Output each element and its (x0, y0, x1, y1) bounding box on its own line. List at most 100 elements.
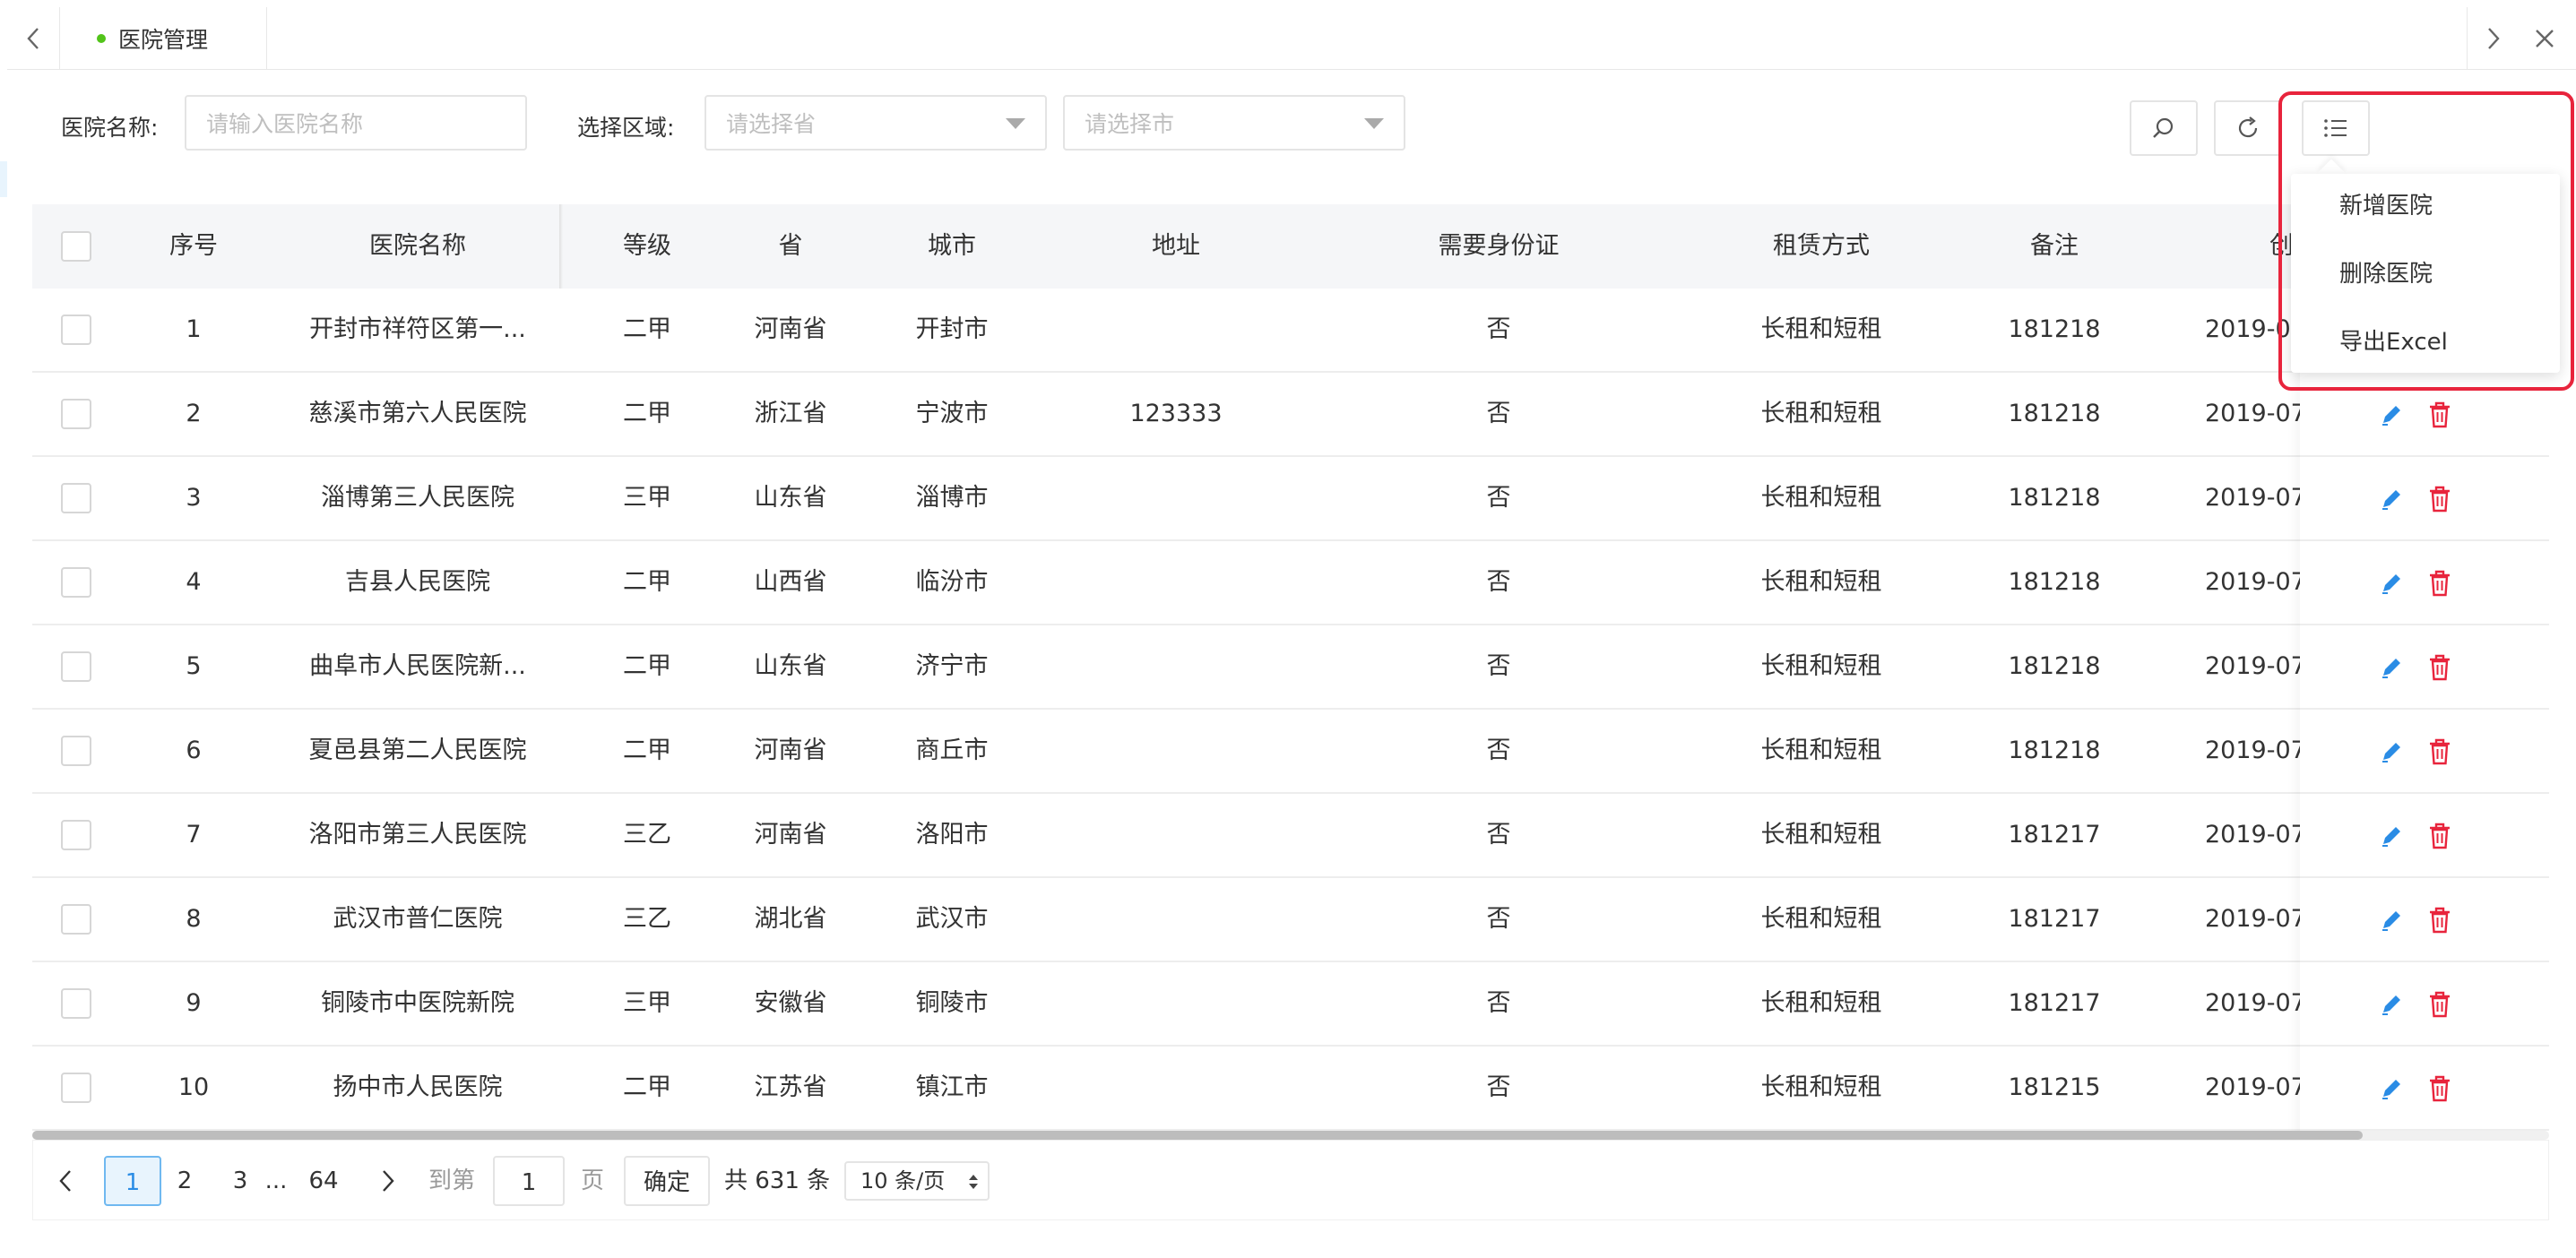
edit-button[interactable] (2377, 906, 2406, 935)
cell-address: 123333 (1129, 400, 1223, 427)
row-divider (2300, 624, 2549, 625)
delete-button[interactable] (2425, 1074, 2454, 1103)
cell-province: 浙江省 (754, 400, 827, 427)
edit-button[interactable] (2377, 737, 2406, 766)
cell-province: 安徽省 (754, 989, 827, 1017)
edit-button[interactable] (2377, 569, 2406, 598)
row-checkbox[interactable] (61, 567, 91, 598)
cell-id-required: 否 (1486, 652, 1511, 680)
cell-address (1042, 962, 1310, 1045)
cell-id-required: 否 (1486, 989, 1511, 1017)
goto-page-input[interactable]: 1 (493, 1156, 565, 1206)
delete-icon (2430, 738, 2450, 765)
table-row[interactable]: 8 武汉市普仁医院 三乙 湖北省 武汉市否长租和短租 181217 2019-07 (32, 878, 2549, 962)
edit-button[interactable] (2377, 485, 2406, 513)
delete-button[interactable] (2425, 401, 2454, 429)
cell-address (1042, 794, 1310, 876)
table-row[interactable]: 5 曲阜市人民医院新... 二甲 山东省 济宁市否长租和短租 181218 2019-07 (32, 625, 2549, 710)
delete-button[interactable] (2425, 653, 2454, 682)
row-checkbox[interactable] (61, 399, 91, 429)
cell-no: 8 (186, 905, 202, 933)
table-row[interactable]: 2 慈溪市第六人民医院 二甲 浙江省 宁波市 123333 否长租和短租 181218 2019… (32, 373, 2549, 457)
page-3[interactable]: 3 (224, 1156, 256, 1206)
cell-province: 河南省 (754, 737, 827, 764)
refresh-button[interactable] (2214, 100, 2282, 156)
cell-id-required: 否 (1486, 737, 1511, 764)
table-row[interactable]: 6 夏邑县第二人民医院 二甲 河南省 商丘市否长租和短租 181218 2019-07 (32, 710, 2549, 794)
edit-button[interactable] (2377, 990, 2406, 1019)
cell-rent-type: 长租和短租 (1760, 652, 1882, 680)
hospital-table: 序号 医院名称 等级 省 城市 地址 需要身份证 租赁方式 备注 创 1 开封市祥… (32, 204, 2549, 1140)
edit-icon (2382, 574, 2400, 594)
cell-level: 三乙 (623, 821, 671, 849)
page-1[interactable]: 1 (104, 1156, 161, 1206)
delete-button[interactable] (2425, 906, 2454, 935)
table-row[interactable]: 9 铜陵市中医院新院 三甲 安徽省 铜陵市否长租和短租 181217 2019-07 (32, 962, 2549, 1047)
cell-level: 二甲 (623, 315, 671, 343)
list-icon (2324, 119, 2347, 137)
row-checkbox[interactable] (61, 314, 91, 345)
tab-scroll-left-button[interactable] (7, 7, 60, 70)
page-2[interactable]: 2 (169, 1156, 201, 1206)
row-checkbox[interactable] (61, 483, 91, 513)
cell-address (1042, 1047, 1310, 1129)
cell-city: 武汉市 (915, 905, 989, 933)
row-checkbox[interactable] (61, 1073, 91, 1103)
delete-button[interactable] (2425, 990, 2454, 1019)
row-checkbox[interactable] (61, 651, 91, 682)
city-placeholder: 请选择市 (1085, 111, 1175, 137)
column-settings-button[interactable] (2302, 100, 2370, 156)
tab-hospital-management[interactable]: 医院管理 (59, 7, 267, 70)
city-select[interactable]: 请选择市 (1063, 95, 1405, 151)
scrollbar-thumb[interactable] (32, 1131, 2363, 1140)
delete-button[interactable] (2425, 569, 2454, 598)
col-header-city: 城市 (928, 232, 976, 260)
menu-item-delete-hospital[interactable]: 删除医院 (2339, 256, 2433, 292)
row-checkbox[interactable] (61, 904, 91, 935)
tab-scroll-right-button[interactable] (2467, 7, 2520, 70)
table-row[interactable]: 4 吉县人民医院 二甲 山西省 临汾市否长租和短租 181218 2019-07 (32, 541, 2549, 625)
row-checkbox[interactable] (61, 736, 91, 766)
edit-button[interactable] (2377, 1074, 2406, 1103)
goto-confirm-button[interactable]: 确定 (624, 1156, 710, 1206)
tab-status-dot (97, 34, 106, 43)
table-row[interactable]: 1 开封市祥符区第一... 二甲 河南省 开封市否长租和短租 181218 2019-07 (32, 289, 2549, 373)
tab-close-button[interactable] (2519, 7, 2571, 70)
table-row[interactable]: 7 洛阳市第三人民医院 三乙 河南省 洛阳市否长租和短租 181217 2019-07 (32, 794, 2549, 878)
edit-button[interactable] (2377, 401, 2406, 429)
delete-button[interactable] (2425, 485, 2454, 513)
row-divider (2300, 961, 2549, 962)
delete-button[interactable] (2425, 737, 2454, 766)
chevron-left-icon (59, 1170, 71, 1192)
menu-item-add-hospital[interactable]: 新增医院 (2339, 188, 2433, 224)
hospital-name-input[interactable]: 请输入医院名称 (185, 95, 527, 151)
cell-level: 三甲 (623, 989, 671, 1017)
delete-button[interactable] (2425, 822, 2454, 850)
table-row[interactable]: 10 扬中市人民医院 二甲 江苏省 镇江市否长租和短租 181215 2019-07 (32, 1047, 2549, 1131)
cell-id-required: 否 (1486, 1073, 1511, 1101)
prev-page-button[interactable] (57, 1156, 84, 1206)
tab-label: 医院管理 (118, 27, 209, 53)
row-checkbox[interactable] (61, 988, 91, 1019)
next-page-button[interactable] (380, 1156, 407, 1206)
cell-hospital-name: 曲阜市人民医院新... (309, 652, 526, 680)
table-row[interactable]: 3 淄博第三人民医院 三甲 山东省 淄博市否长租和短租 181218 2019-07 (32, 457, 2549, 541)
select-all-checkbox[interactable] (61, 231, 91, 262)
delete-icon (2430, 401, 2450, 428)
sort-arrows-icon (969, 1175, 978, 1189)
page-ellipsis[interactable]: ... (262, 1156, 290, 1206)
cell-note: 181218 (2008, 568, 2101, 596)
search-button[interactable] (2130, 100, 2198, 156)
menu-item-export-excel[interactable]: 导出Excel (2339, 324, 2448, 360)
edit-button[interactable] (2377, 822, 2406, 850)
cell-rent-type: 长租和短租 (1760, 821, 1882, 849)
cell-address (1042, 289, 1310, 371)
page-64[interactable]: 64 (301, 1156, 346, 1206)
row-checkbox[interactable] (61, 820, 91, 850)
province-select[interactable]: 请选择省 (705, 95, 1047, 151)
edit-button[interactable] (2377, 653, 2406, 682)
page-size-select[interactable]: 10 条/页 (844, 1161, 990, 1201)
col-header-no: 序号 (169, 232, 218, 260)
horizontal-scrollbar[interactable] (32, 1131, 2549, 1140)
row-divider (2300, 792, 2549, 794)
